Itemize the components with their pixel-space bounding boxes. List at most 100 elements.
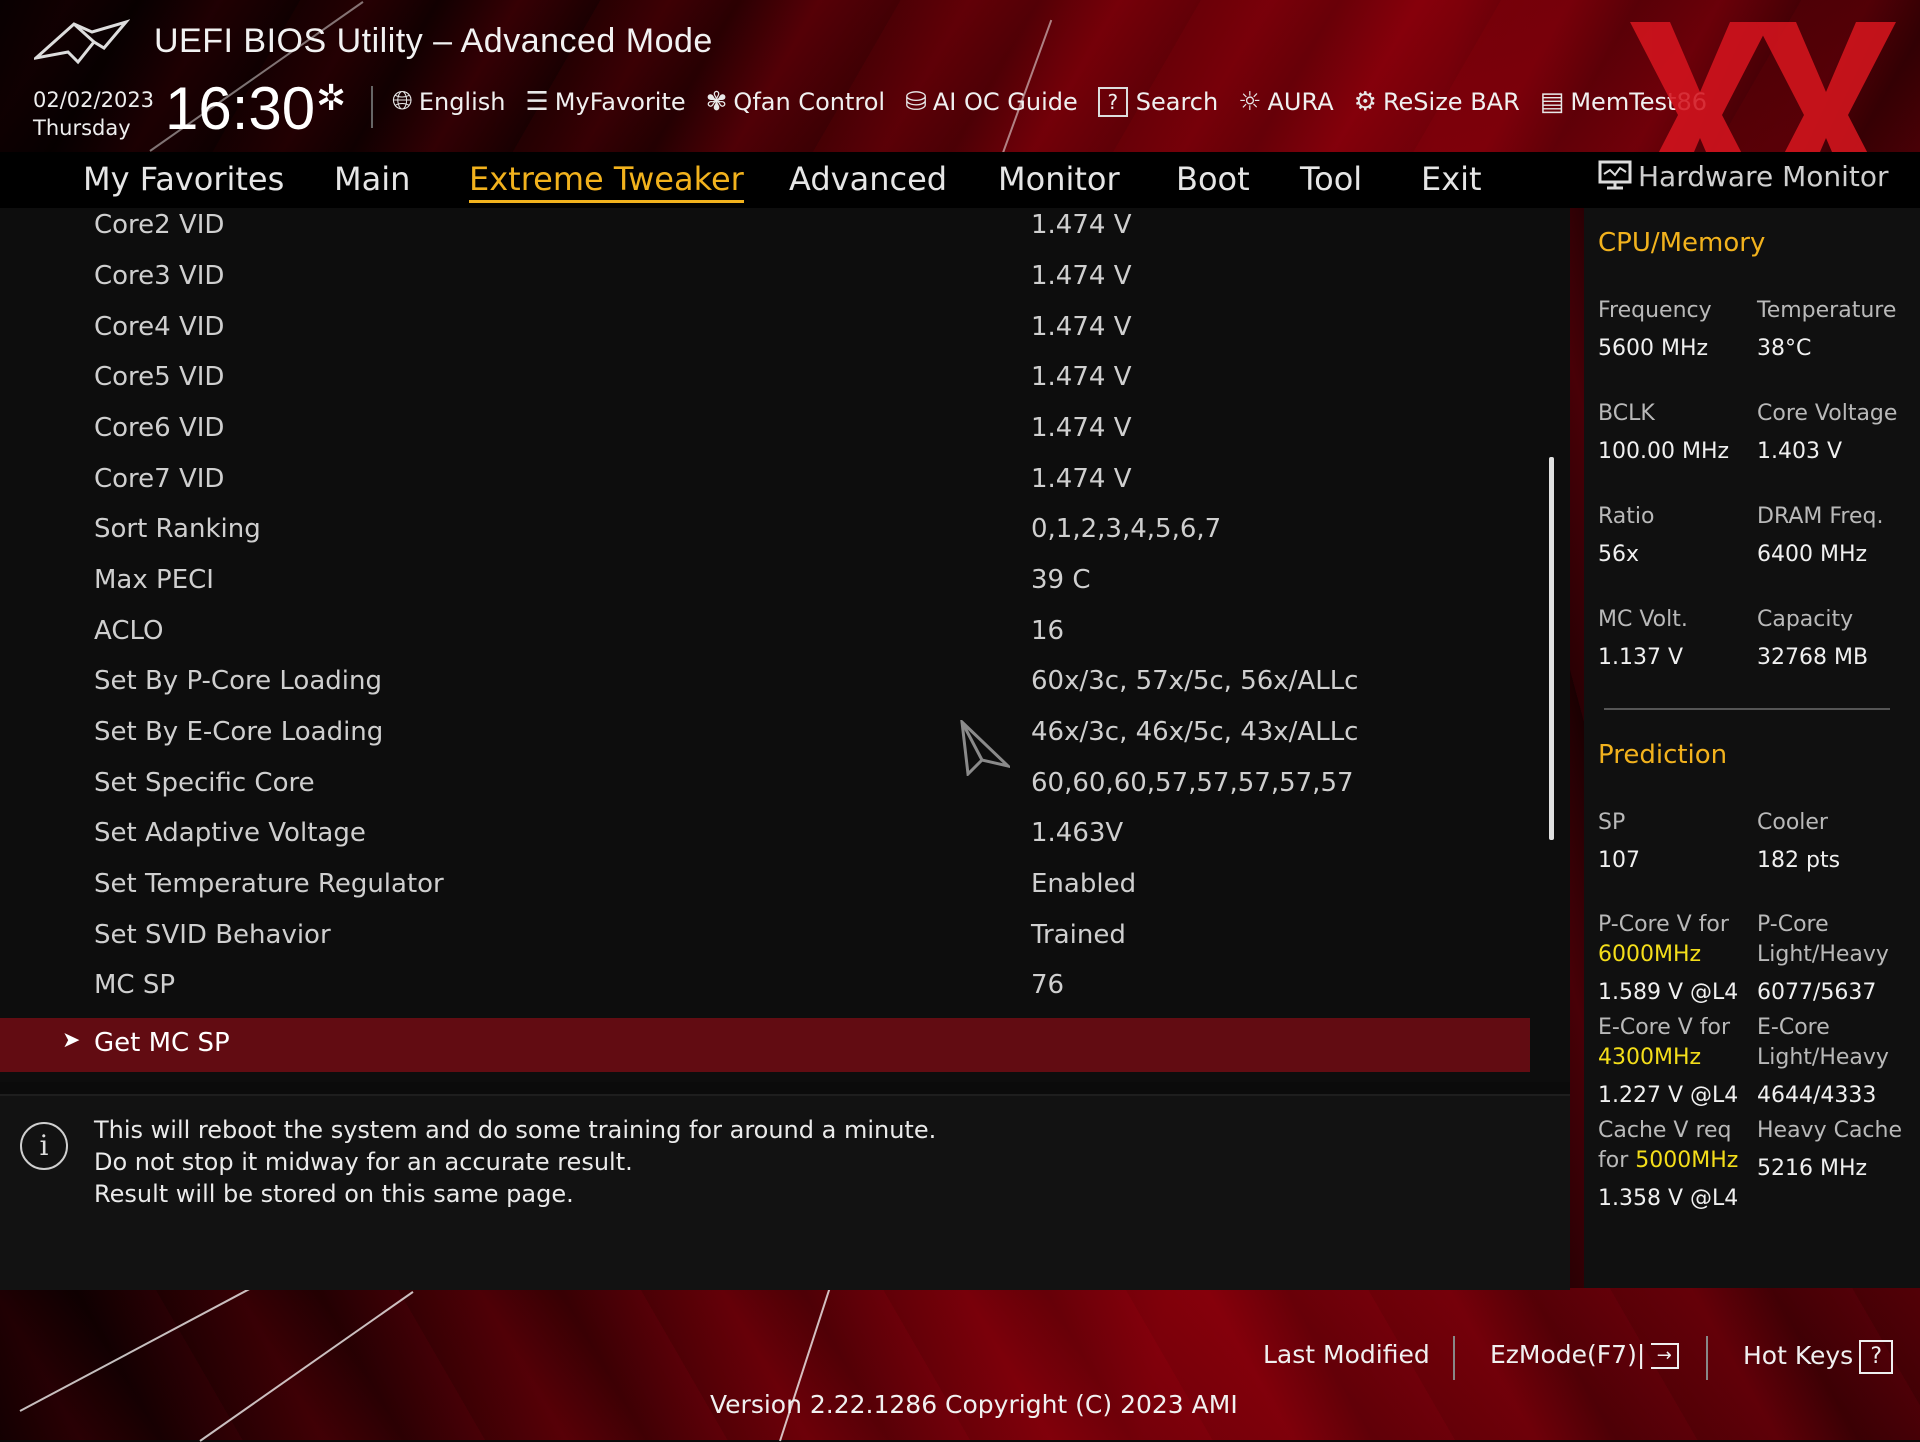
hw-value: 1.403 V xyxy=(1757,439,1843,464)
aura-button[interactable]: ☼ AURA xyxy=(1238,87,1333,117)
setting-label: ACLO xyxy=(94,616,164,646)
hw-key: Light/Heavy xyxy=(1757,1045,1889,1070)
setting-row[interactable]: Max PECI 39 C xyxy=(0,557,1540,607)
ai-oc-guide-button[interactable]: ⛁ AI OC Guide xyxy=(905,87,1078,117)
setting-label: Core6 VID xyxy=(94,413,225,443)
mouse-pointer-icon xyxy=(960,720,1010,776)
fan-icon: ✾ xyxy=(705,86,728,117)
hw-value: 5600 MHz xyxy=(1598,336,1709,361)
list-scrollbar[interactable] xyxy=(1549,457,1554,840)
tab-monitor[interactable]: Monitor xyxy=(998,160,1120,198)
language-label: English xyxy=(418,87,506,116)
hw-key: MC Volt. xyxy=(1598,607,1688,632)
setting-value: 16 xyxy=(1031,616,1065,646)
tab-tool[interactable]: Tool xyxy=(1300,160,1362,198)
myfavorite-button[interactable]: ☰ MyFavorite xyxy=(525,87,685,117)
hw-highlight-value: 4300MHz xyxy=(1598,1045,1702,1070)
setting-row[interactable]: Sort Ranking 0,1,2,3,4,5,6,7 xyxy=(0,506,1540,556)
hw-key: Temperature xyxy=(1757,298,1897,323)
setting-row[interactable]: Core2 VID 1.474 V xyxy=(0,208,1540,252)
setting-row[interactable]: Set By P-Core Loading 60x/3c, 57x/5c, 56x… xyxy=(0,658,1540,708)
setting-row[interactable]: Core3 VID 1.474 V xyxy=(0,253,1540,303)
setting-label: Set SVID Behavior xyxy=(94,920,331,950)
help-panel: i This will reboot the system and do som… xyxy=(0,1094,1570,1290)
hw-key: P-Core V for xyxy=(1598,912,1729,937)
hw-key: E-Core xyxy=(1757,1015,1830,1040)
setting-row[interactable]: Core4 VID 1.474 V xyxy=(0,304,1540,354)
settings-gear-icon[interactable]: ✲ xyxy=(316,78,346,119)
setting-row[interactable]: Set Temperature Regulator Enabled xyxy=(0,861,1540,911)
setting-label: Set By E-Core Loading xyxy=(94,717,384,747)
setting-row[interactable]: Core6 VID 1.474 V xyxy=(0,405,1540,455)
hot-keys-label: Hot Keys xyxy=(1743,1341,1854,1370)
hw-highlight-value: 6000MHz xyxy=(1598,942,1702,967)
hw-value: 56x xyxy=(1598,542,1640,567)
aura-icon: ☼ xyxy=(1238,86,1262,117)
tab-boot[interactable]: Boot xyxy=(1176,160,1250,198)
hw-key: P-Core xyxy=(1757,912,1829,937)
hw-value: 6400 MHz xyxy=(1757,542,1868,567)
setting-value: 60x/3c, 57x/5c, 56x/ALLc xyxy=(1031,666,1359,696)
hw-key: Capacity xyxy=(1757,607,1854,632)
memtest-button[interactable]: ▤ MemTest86 xyxy=(1540,87,1707,117)
language-button[interactable]: 🌐︎ English xyxy=(392,86,505,117)
rog-logo xyxy=(34,19,130,65)
setting-value: Enabled xyxy=(1031,869,1137,899)
resize-bar-label: ReSize BAR xyxy=(1382,87,1520,116)
selected-item-label: Get MC SP xyxy=(94,1028,230,1058)
setting-row[interactable]: ACLO 16 xyxy=(0,608,1540,658)
weekday-display: Thursday xyxy=(33,116,131,140)
setting-value: 76 xyxy=(1031,970,1065,1000)
tab-main[interactable]: Main xyxy=(334,160,410,198)
setting-label: Core7 VID xyxy=(94,464,225,494)
clock-display: 16:30 xyxy=(165,75,316,142)
monitor-icon xyxy=(1598,160,1632,190)
setting-value: Trained xyxy=(1031,920,1126,950)
tab-exit[interactable]: Exit xyxy=(1421,160,1482,198)
setting-row[interactable]: Set Specific Core 60,60,60,57,57,57,57,57 xyxy=(0,760,1540,810)
tab-advanced[interactable]: Advanced xyxy=(789,160,947,198)
hw-key: SP xyxy=(1598,810,1626,835)
hw-key: Frequency xyxy=(1598,298,1712,323)
prediction-heading: Prediction xyxy=(1598,740,1728,770)
resize-bar-button[interactable]: ⚙ ReSize BAR xyxy=(1354,87,1520,117)
setting-row[interactable]: Set SVID Behavior Trained xyxy=(0,912,1540,962)
setting-row[interactable]: Core5 VID 1.474 V xyxy=(0,354,1540,404)
setting-row[interactable]: MC SP 76 xyxy=(0,962,1540,1012)
setting-value: 60,60,60,57,57,57,57,57 xyxy=(1031,768,1354,798)
setting-row[interactable]: Set By E-Core Loading 46x/3c, 46x/5c, 43x… xyxy=(0,709,1540,759)
hot-keys-button[interactable]: Hot Keys? xyxy=(1743,1340,1894,1374)
setting-row[interactable]: Core7 VID 1.474 V xyxy=(0,456,1540,506)
hw-key: Ratio xyxy=(1598,504,1655,529)
setting-row[interactable]: Set Adaptive Voltage 1.463V xyxy=(0,810,1540,860)
ezmode-button[interactable]: EzMode(F7)| → xyxy=(1490,1340,1680,1369)
last-modified-button[interactable]: Last Modified xyxy=(1263,1340,1430,1369)
ezmode-label: EzMode(F7)| xyxy=(1490,1340,1646,1369)
setting-value: 0,1,2,3,4,5,6,7 xyxy=(1031,514,1222,544)
setting-label: Core2 VID xyxy=(94,210,225,240)
qfan-control-button[interactable]: ✾ Qfan Control xyxy=(706,87,885,117)
main-menu-bar: My Favorites Main Extreme Tweaker Advanc… xyxy=(0,152,1570,208)
get-mc-sp-item[interactable]: ➤ Get MC SP xyxy=(0,1018,1530,1072)
setting-label: Set Adaptive Voltage xyxy=(94,818,366,848)
setting-value: 39 C xyxy=(1031,565,1091,595)
setting-label: Max PECI xyxy=(94,565,214,595)
help-text-line: This will reboot the system and do some … xyxy=(94,1116,937,1144)
version-info: Version 2.22.1286 Copyright (C) 2023 AMI xyxy=(710,1390,1238,1419)
submenu-arrow-icon: ➤ xyxy=(62,1028,81,1053)
hw-value: 38°C xyxy=(1757,336,1812,361)
search-button[interactable]: ? Search xyxy=(1097,86,1218,117)
hw-key: Light/Heavy xyxy=(1757,942,1889,967)
setting-value: 1.474 V xyxy=(1031,413,1132,443)
cpu-memory-heading: CPU/Memory xyxy=(1598,228,1766,258)
hw-value: 6077/5637 xyxy=(1757,980,1877,1005)
tab-my-favorites[interactable]: My Favorites xyxy=(83,160,284,198)
hw-value: 5216 MHz xyxy=(1757,1156,1868,1181)
hw-value: 1.589 V @L4 xyxy=(1598,980,1739,1005)
tab-extreme-tweaker[interactable]: Extreme Tweaker xyxy=(469,160,744,203)
hw-key: Cooler xyxy=(1757,810,1828,835)
hw-key: for 5000MHz xyxy=(1598,1148,1738,1173)
hw-value: 1.358 V @L4 xyxy=(1598,1186,1739,1211)
hw-key: E-Core V for xyxy=(1598,1015,1731,1040)
setting-label: Core4 VID xyxy=(94,312,225,342)
